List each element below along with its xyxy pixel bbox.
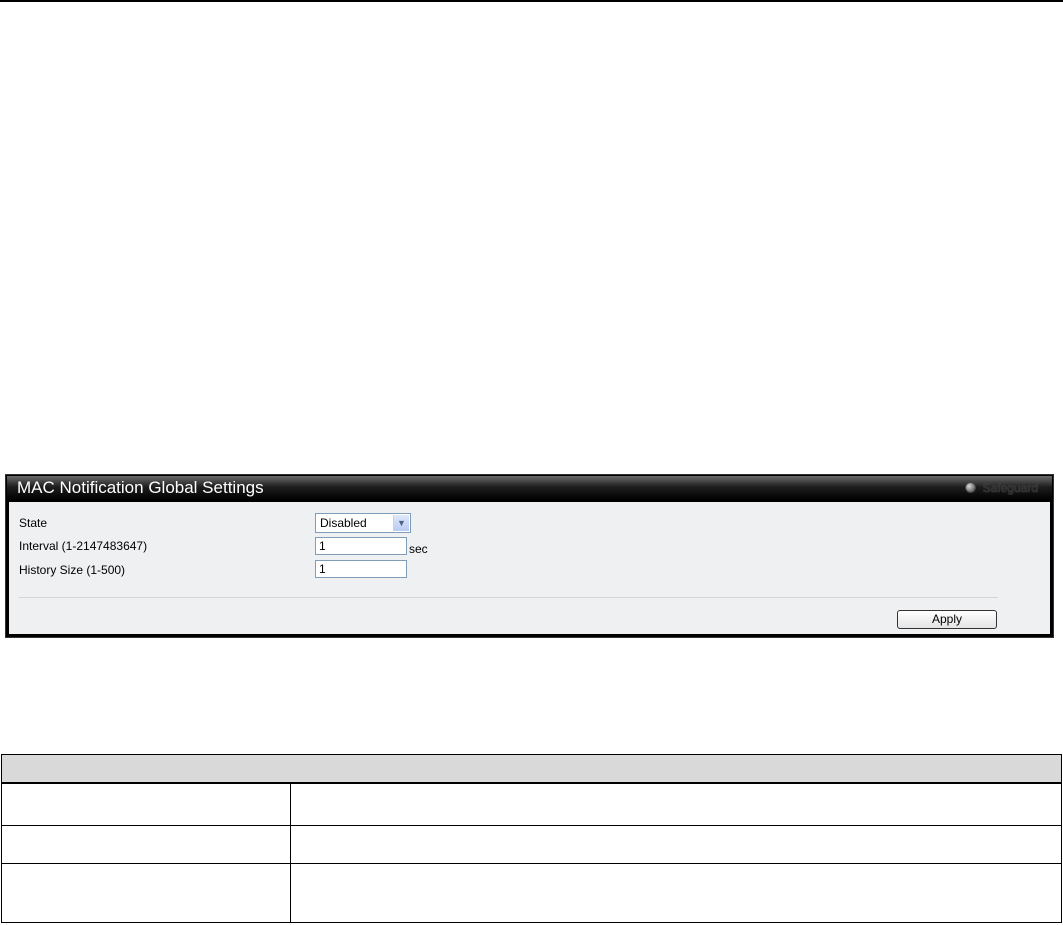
safeguard-indicator: Safeguard <box>964 481 1038 495</box>
state-label: State <box>19 516 48 530</box>
mac-notification-panel: MAC Notification Global Settings Safegua… <box>5 474 1054 638</box>
apply-button[interactable]: Apply <box>897 610 997 629</box>
interval-input[interactable]: 1 <box>315 537 407 555</box>
top-rule <box>0 0 1063 2</box>
safeguard-status-icon <box>964 482 976 493</box>
safeguard-label: Safeguard <box>982 481 1038 495</box>
table-column-divider <box>290 783 291 922</box>
interval-label: Interval (1-2147483647) <box>19 539 148 553</box>
divider <box>19 597 998 598</box>
table-rule <box>2 783 1061 784</box>
panel-body: State Disabled ▼ Interval (1-2147483647)… <box>9 502 1050 634</box>
panel-header: MAC Notification Global Settings Safegua… <box>7 476 1052 501</box>
table-row-divider <box>2 825 1061 826</box>
panel-title: MAC Notification Global Settings <box>17 478 264 497</box>
history-size-label: History Size (1-500) <box>19 563 126 577</box>
history-size-input[interactable]: 1 <box>315 560 407 578</box>
state-select[interactable]: Disabled ▼ <box>315 513 411 533</box>
table-row-divider <box>2 863 1061 864</box>
table-header <box>2 755 1061 783</box>
chevron-down-icon[interactable]: ▼ <box>393 515 409 531</box>
state-select-value: Disabled <box>320 516 367 530</box>
interval-unit: sec <box>409 542 428 556</box>
parameter-table <box>1 754 1062 923</box>
